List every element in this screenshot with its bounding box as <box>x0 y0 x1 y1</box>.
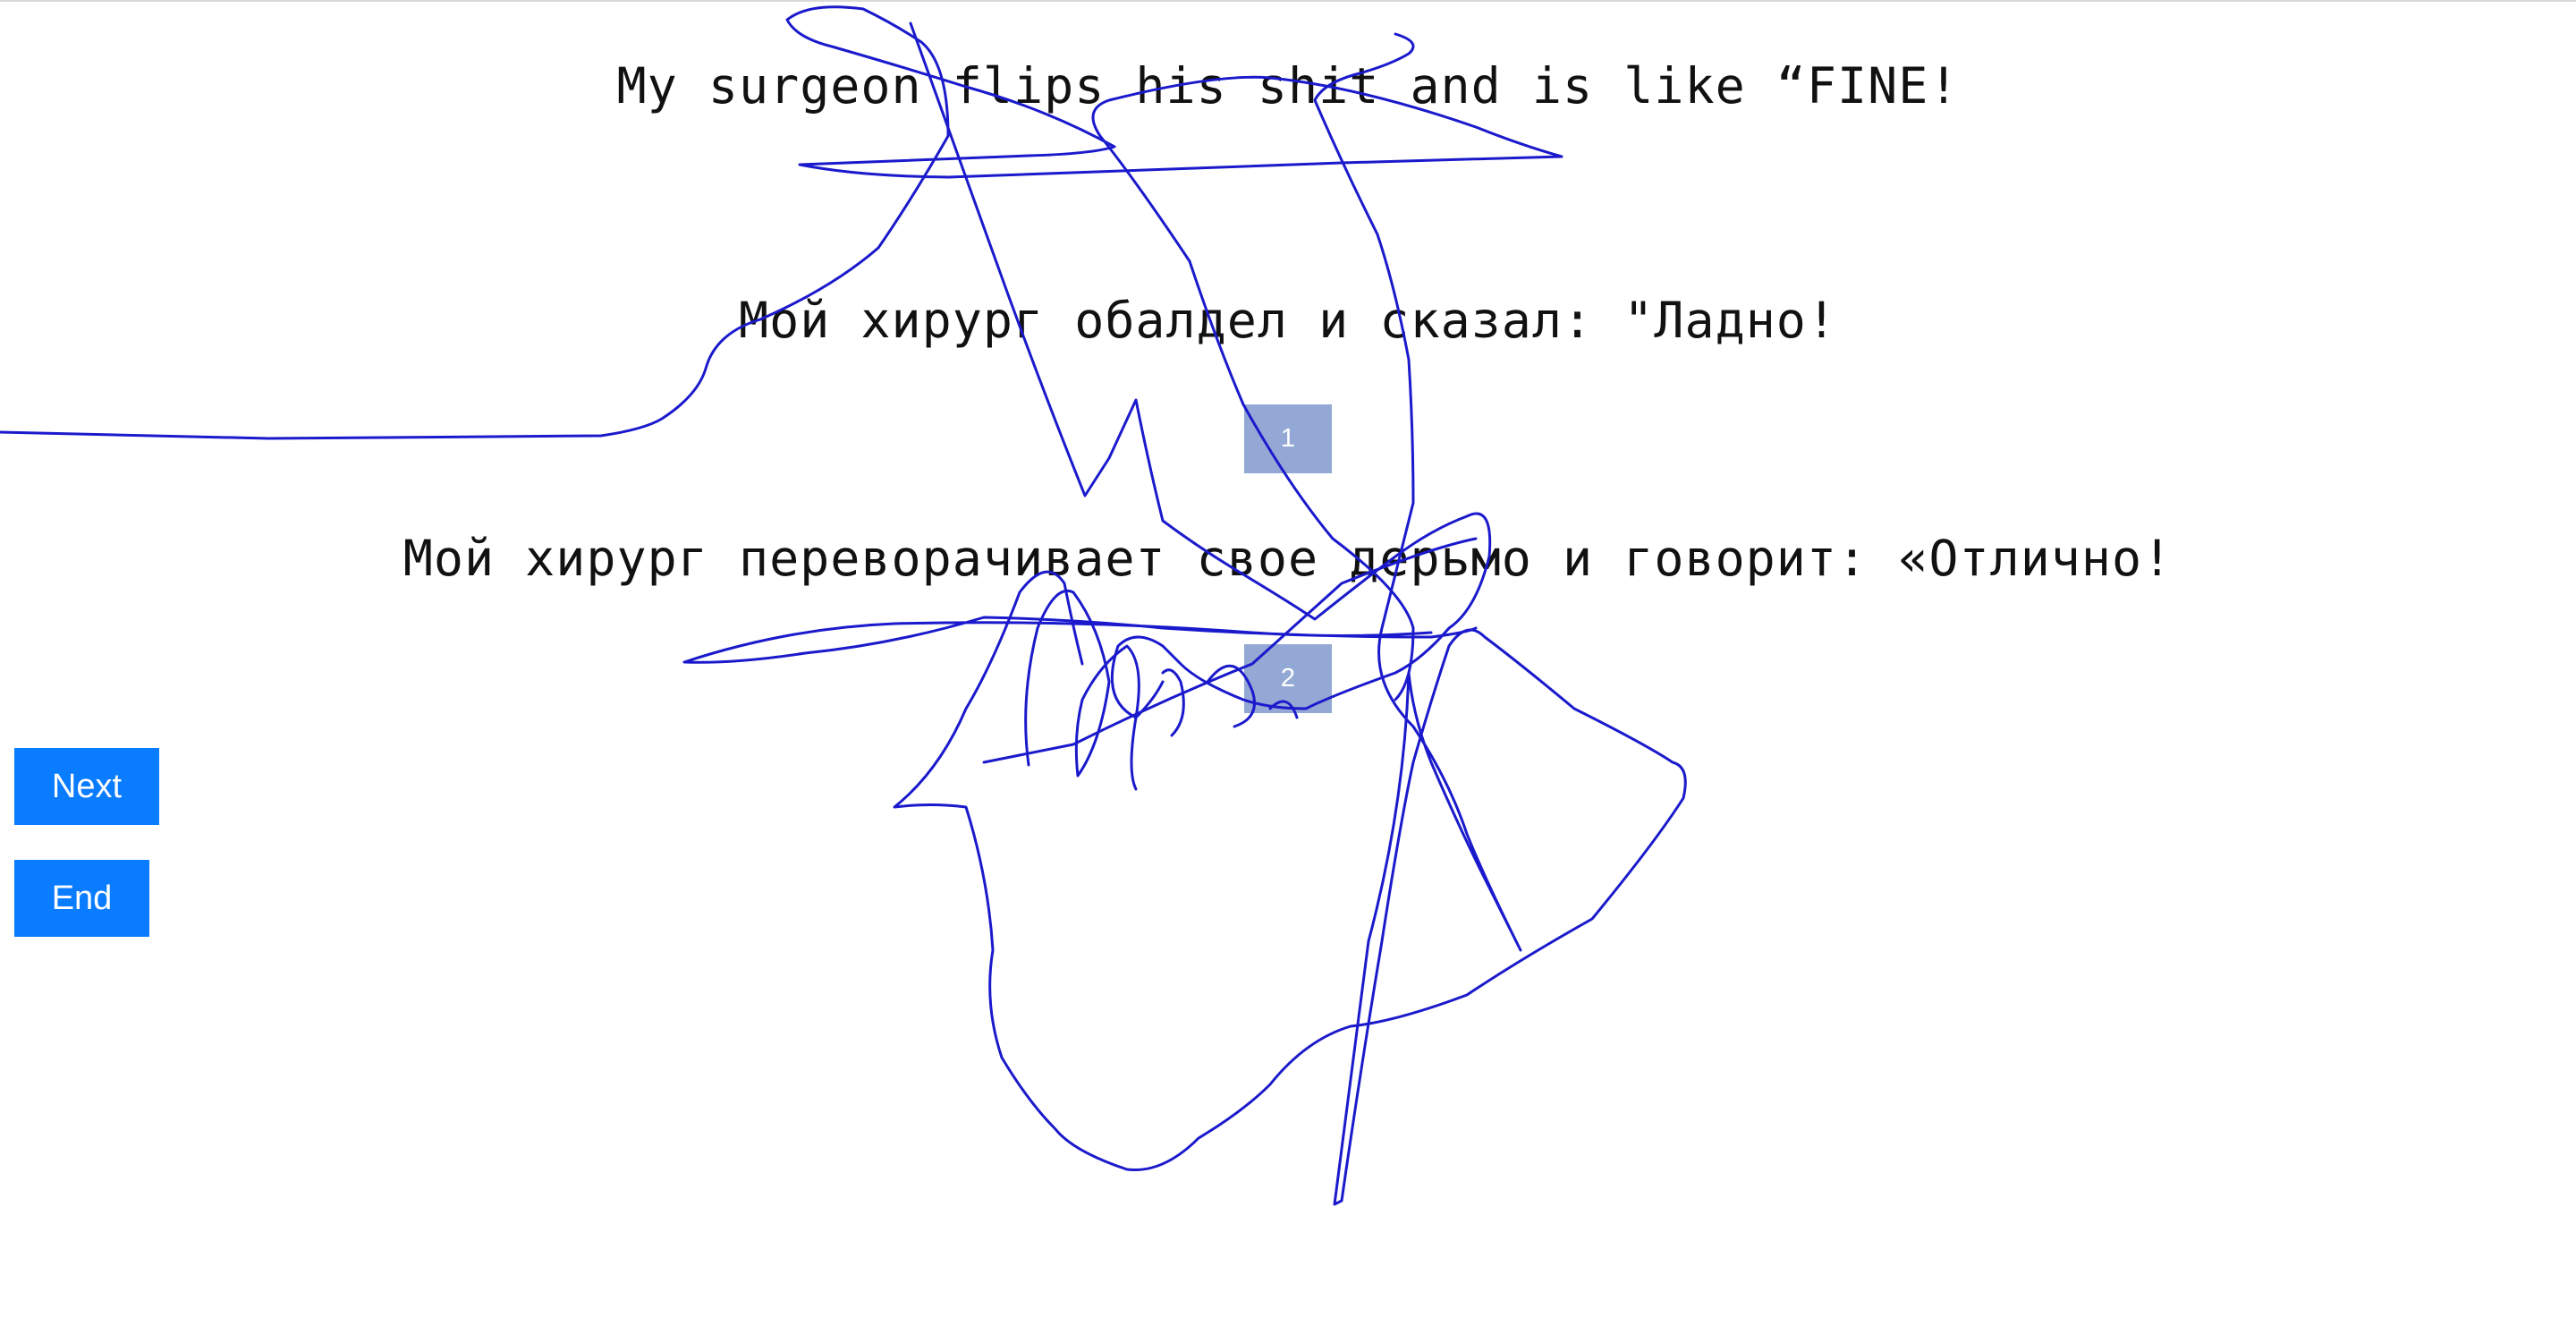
source-sentence: My surgeon flips his shit and is like “F… <box>616 57 1960 115</box>
rank-box-2[interactable]: 2 <box>1244 644 1332 713</box>
translation-sentence-2: Мой хирург переворачивает свое дерьмо и … <box>402 530 2174 587</box>
scribble-stroke-right <box>893 32 1687 1206</box>
annotation-canvas[interactable]: My surgeon flips his shit and is like “F… <box>0 0 2576 1343</box>
rank-box-1[interactable]: 1 <box>1244 404 1332 473</box>
scribble-stroke-center <box>909 21 1492 719</box>
next-button[interactable]: Next <box>14 748 159 825</box>
translation-sentence-1: Мой хирург обалдел и сказал: "Ладно! <box>738 292 1838 349</box>
end-button[interactable]: End <box>14 860 149 937</box>
